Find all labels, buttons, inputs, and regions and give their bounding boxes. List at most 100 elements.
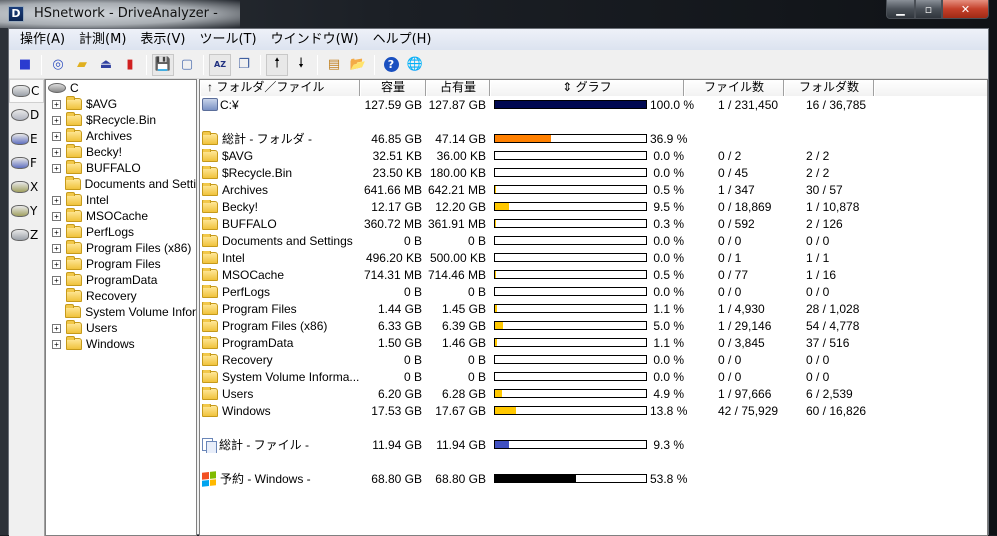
files-cell: 0 / 0 [684,370,784,384]
size-cell: 1.44 GB [360,302,426,316]
sort-down-button[interactable]: 🠗 [290,54,312,76]
expand-icon[interactable]: + [52,324,61,333]
folder-row[interactable]: Recovery0 B0 B0.0 %0 / 00 / 0 [200,351,987,368]
compare-button[interactable]: ▮ [119,54,141,76]
folder-row[interactable]: Users6.20 GB6.28 GB4.9 %1 / 97,6666 / 2,… [200,385,987,402]
expand-icon[interactable]: + [52,276,61,285]
drive-e[interactable]: E [9,127,44,151]
total-folders-row[interactable]: 総計 - フォルダ -46.85 GB47.14 GB36.9 % [200,130,987,147]
drive-y[interactable]: Y [9,199,44,223]
menu-view[interactable]: 表示(V) [133,29,192,50]
name-cell: Windows [200,404,360,418]
tree-item[interactable]: +$AVG [46,96,196,112]
minimize-button[interactable]: ▁ [886,0,915,19]
column-header-files[interactable]: ファイル数 [684,80,784,96]
measure-drive-button[interactable]: ◎ [47,54,69,76]
menu-tools[interactable]: ツール(T) [192,29,263,50]
tree-item[interactable]: +$Recycle.Bin [46,112,196,128]
close-button[interactable]: ✕ [942,0,989,19]
help-button[interactable]: ? [380,54,402,76]
tree-item[interactable]: System Volume Infor [46,304,196,320]
tree-item[interactable]: +Becky! [46,144,196,160]
column-header-graph[interactable]: ⇕ グラフ [490,80,684,96]
expand-icon[interactable]: + [52,148,61,157]
tree-item[interactable]: +BUFFALO [46,160,196,176]
network-button[interactable]: 🌐 [404,54,426,76]
tree-item[interactable]: Recovery [46,288,196,304]
tree-item[interactable]: +MSOCache [46,208,196,224]
expand-icon[interactable]: + [52,164,61,173]
folder-tree[interactable]: C +$AVG+$Recycle.Bin+Archives+Becky!+BUF… [45,79,197,536]
expand-icon[interactable]: + [52,132,61,141]
maximize-button[interactable]: ▫ [915,0,942,19]
copy-button[interactable]: ❐ [233,54,255,76]
total-files-row[interactable]: 総計 - ファイル -11.94 GB11.94 GB9.3 % [200,436,987,453]
expand-icon[interactable]: + [52,340,61,349]
folder-row[interactable]: Archives641.66 MB642.21 MB0.5 %1 / 34730… [200,181,987,198]
expand-icon[interactable]: + [52,244,61,253]
expand-icon[interactable]: + [52,260,61,269]
menu-operation[interactable]: 操作(A) [13,29,72,50]
drive-icon [202,98,218,111]
expand-icon[interactable]: + [52,228,61,237]
tree-item[interactable]: +Users [46,320,196,336]
menu-help[interactable]: ヘルプ(H) [366,29,439,50]
folder-row[interactable]: System Volume Informa...0 B0 B0.0 %0 / 0… [200,368,987,385]
expand-icon[interactable]: + [52,212,61,221]
folder-row[interactable]: Program Files (x86)6.33 GB6.39 GB5.0 %1 … [200,317,987,334]
tree-item[interactable]: +Program Files (x86) [46,240,196,256]
folder-row[interactable]: Windows17.53 GB17.67 GB13.8 %42 / 75,929… [200,402,987,419]
folder-row[interactable]: Documents and Settings0 B0 B0.0 %0 / 00 … [200,232,987,249]
tree-item[interactable]: +Archives [46,128,196,144]
folder-row[interactable]: PerfLogs0 B0 B0.0 %0 / 00 / 0 [200,283,987,300]
used-cell: 1.46 GB [426,336,490,350]
folder-row[interactable]: ProgramData1.50 GB1.46 GB1.1 %0 / 3,8453… [200,334,987,351]
drive-x[interactable]: X [9,175,44,199]
expand-icon[interactable]: + [52,196,61,205]
save-button[interactable]: 💾 [152,54,174,76]
drive-c[interactable]: C [9,79,44,103]
folder-row[interactable]: Becky!12.17 GB12.20 GB9.5 %0 / 18,8691 /… [200,198,987,215]
column-header-used[interactable]: 占有量 [426,80,490,96]
drive-row[interactable]: C:¥127.59 GB127.87 GB100.0 %1 / 231,4501… [200,96,987,113]
open-folder-button[interactable]: 📂 [347,54,369,76]
expand-icon[interactable]: + [52,100,61,109]
title-bar[interactable]: D HSnetwork - DriveAnalyzer - ▁ ▫ ✕ [0,0,997,28]
menu-window[interactable]: ウインドウ(W) [264,29,366,50]
name-cell: C:¥ [200,98,360,112]
tree-item[interactable]: +Windows [46,336,196,352]
expand-icon[interactable]: + [52,116,61,125]
used-cell: 180.00 KB [426,166,490,180]
folder-row[interactable]: $AVG32.51 KB36.00 KB0.0 %0 / 22 / 2 [200,147,987,164]
tree-root-label: C [70,81,79,95]
folder-row[interactable]: Intel496.20 KB500.00 KB0.0 %0 / 11 / 1 [200,249,987,266]
tree-item[interactable]: +PerfLogs [46,224,196,240]
tree-item[interactable]: Documents and Setti [46,176,196,192]
size-cell: 68.80 GB [360,472,426,486]
folder-row[interactable]: $Recycle.Bin23.50 KB180.00 KB0.0 %0 / 45… [200,164,987,181]
column-header-size[interactable]: 容量 [360,80,426,96]
tree-item[interactable]: +Program Files [46,256,196,272]
tree-view-button[interactable]: ▤ [323,54,345,76]
tree-root[interactable]: C [46,80,196,96]
tree-item[interactable]: +Intel [46,192,196,208]
drive-d[interactable]: D [9,103,44,127]
stop-button[interactable]: ■ [14,54,36,76]
folder-row[interactable]: MSOCache714.31 MB714.46 MB0.5 %0 / 771 /… [200,266,987,283]
sort-az-button[interactable]: AZ [209,54,231,76]
folder-row[interactable]: Program Files1.44 GB1.45 GB1.1 %1 / 4,93… [200,300,987,317]
folder-row[interactable]: BUFFALO360.72 MB361.91 MB0.3 %0 / 5922 /… [200,215,987,232]
column-header-folders[interactable]: フォルダ数 [784,80,874,96]
reserved-windows-row[interactable]: 予約 - Windows -68.80 GB68.80 GB53.8 % [200,470,987,487]
column-header-name[interactable]: ↑ フォルダ／ファイル [200,80,360,96]
measure-folder-button[interactable]: ▰ [71,54,93,76]
size-cell: 1.50 GB [360,336,426,350]
menu-measure[interactable]: 計測(M) [72,29,133,50]
drive-f[interactable]: F [9,151,44,175]
scan-button[interactable]: ⏏ [95,54,117,76]
drive-z[interactable]: Z [9,223,44,247]
sort-up-button[interactable]: 🠕 [266,54,288,76]
page-button[interactable]: ▢ [176,54,198,76]
folder-icon [202,269,218,281]
tree-item[interactable]: +ProgramData [46,272,196,288]
